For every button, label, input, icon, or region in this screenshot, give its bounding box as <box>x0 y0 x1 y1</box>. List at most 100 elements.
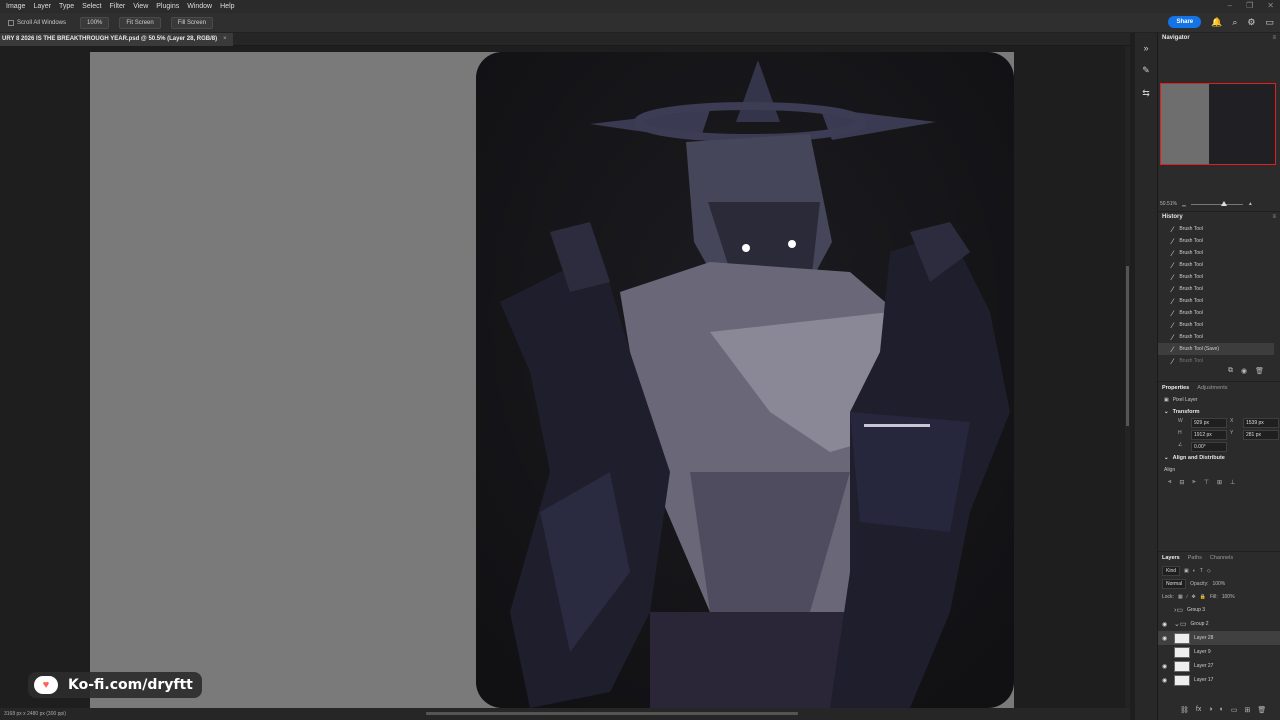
zoom-slider[interactable] <box>1190 200 1243 206</box>
menu-select[interactable]: Select <box>82 3 101 10</box>
tab-layers[interactable]: Layers <box>1162 555 1180 561</box>
trash-icon[interactable]: 🗑 <box>1257 706 1266 714</box>
adjustment-icon[interactable]: ◐ <box>1220 706 1224 714</box>
new-group-icon[interactable]: ▭ <box>1231 706 1238 714</box>
snapshot-camera-icon[interactable]: ◉ <box>1241 367 1247 375</box>
lock-all-icon[interactable]: 🔒 <box>1200 594 1206 600</box>
mask-icon[interactable]: ◑ <box>1208 706 1212 714</box>
history-item[interactable]: ∕ Brush Tool <box>1158 307 1274 319</box>
zoom-in-icon[interactable]: ▲ <box>1248 201 1253 207</box>
lock-position-icon[interactable]: ✥ <box>1192 594 1196 600</box>
zoom-100-button[interactable]: 100% <box>80 16 110 29</box>
x-field[interactable]: 1539 px <box>1243 418 1279 428</box>
panel-menu-icon[interactable]: ≡ <box>1272 35 1276 41</box>
align-left-icon[interactable]: ⫷ <box>1168 479 1171 486</box>
fit-screen-button[interactable]: Fit Screen <box>119 16 161 29</box>
filter-adjust-icon[interactable]: ◐ <box>1193 568 1196 574</box>
filter-type-icon[interactable]: T <box>1200 568 1203 574</box>
history-item[interactable]: ∕ Brush Tool <box>1158 319 1274 331</box>
delete-trash-icon[interactable]: 🗑 <box>1255 367 1264 375</box>
minimize-icon[interactable]: – <box>1228 1 1232 10</box>
fx-icon[interactable]: fx <box>1196 706 1201 714</box>
history-item[interactable]: ∕ Brush Tool <box>1158 295 1274 307</box>
vertical-scrollbar[interactable] <box>1125 46 1130 708</box>
search-icon[interactable]: ⌕ <box>1232 17 1237 28</box>
blend-mode-select[interactable]: Normal <box>1162 578 1187 589</box>
history-item[interactable]: ∕ Brush Tool <box>1158 235 1274 247</box>
layer-row[interactable]: ›▭ Group 3 <box>1158 603 1280 617</box>
filter-pixel-icon[interactable]: ▣ <box>1184 568 1189 574</box>
navigator-zoom-value[interactable]: 50.51% <box>1160 201 1177 207</box>
menu-type[interactable]: Type <box>59 3 74 10</box>
tab-paths[interactable]: Paths <box>1188 555 1202 561</box>
transform-header[interactable]: ⌄ Transform <box>1158 406 1280 418</box>
eye-icon[interactable]: ◉ <box>1162 621 1170 628</box>
fill-screen-button[interactable]: Fill Screen <box>170 16 214 29</box>
menu-plugins[interactable]: Plugins <box>156 3 179 10</box>
lock-pixels-icon[interactable]: ∕ <box>1187 594 1188 600</box>
width-field[interactable]: 929 px <box>1191 418 1227 428</box>
history-item[interactable]: ∕ Brush Tool <box>1158 247 1274 259</box>
history-item[interactable]: ∕ Brush Tool <box>1158 283 1274 295</box>
filter-shape-icon[interactable]: ◇ <box>1207 568 1211 574</box>
align-right-icon[interactable]: ⫸ <box>1192 479 1195 486</box>
angle-field[interactable]: 0.00° <box>1191 442 1227 452</box>
history-item[interactable]: ∕ Brush Tool <box>1158 331 1274 343</box>
history-item[interactable]: ∕ Brush Tool <box>1158 271 1274 283</box>
gear-icon[interactable]: ⚙ <box>1247 17 1255 28</box>
share-button[interactable]: Share <box>1168 16 1202 28</box>
new-document-from-state-icon[interactable]: ⧉ <box>1228 367 1233 375</box>
workspace-icon[interactable]: ▭ <box>1265 17 1274 28</box>
history-item[interactable]: ∕ Brush Tool <box>1158 259 1274 271</box>
history-item-undone[interactable]: ∕ Brush Tool <box>1158 355 1274 367</box>
height-field[interactable]: 1912 px <box>1191 430 1227 440</box>
vertical-scroll-thumb[interactable] <box>1126 266 1129 426</box>
canvas-workspace[interactable]: ♥ Ko-fi.com/dryftt <box>0 46 1130 708</box>
document-tab[interactable]: URY 8 2026 IS THE BREAKTHROUGH YEAR.psd … <box>0 33 233 46</box>
menu-image[interactable]: Image <box>6 3 25 10</box>
history-item[interactable]: ∕ Brush Tool <box>1158 223 1274 235</box>
history-menu-icon[interactable]: ≡ <box>1272 214 1276 220</box>
scroll-all-windows-checkbox[interactable]: Scroll All Windows <box>8 19 66 26</box>
layer-row-selected[interactable]: ◉ Layer 28 <box>1158 631 1280 645</box>
opacity-value[interactable]: 100% <box>1212 581 1225 587</box>
eye-icon[interactable]: ◉ <box>1162 677 1170 684</box>
collapse-panels-icon[interactable]: » <box>1143 43 1148 53</box>
menu-layer[interactable]: Layer <box>33 3 51 10</box>
history-item-current[interactable]: ∕ Brush Tool (Save) <box>1158 343 1274 355</box>
close-tab-icon[interactable]: × <box>223 36 227 46</box>
align-middle-icon[interactable]: ⊞ <box>1217 479 1222 486</box>
artboard[interactable] <box>90 52 1014 708</box>
menu-window[interactable]: Window <box>187 3 212 10</box>
restore-icon[interactable]: ❐ <box>1246 1 1253 10</box>
layer-filter-select[interactable]: Kind <box>1162 565 1181 576</box>
zoom-out-icon[interactable]: ▁ <box>1182 201 1186 207</box>
align-header[interactable]: ⌄ Align and Distribute <box>1158 452 1280 464</box>
tab-channels[interactable]: Channels <box>1210 555 1233 561</box>
zoom-slider-knob[interactable] <box>1220 200 1227 206</box>
layer-row[interactable]: ◉ Layer 17 <box>1158 673 1280 687</box>
navigator-tool-icon[interactable]: ✎ <box>1142 65 1150 76</box>
menu-help[interactable]: Help <box>220 3 234 10</box>
align-top-icon[interactable]: ⊤ <box>1204 479 1209 486</box>
align-center-icon[interactable]: ⊟ <box>1179 479 1184 486</box>
y-field[interactable]: 281 px <box>1243 430 1279 440</box>
link-icon[interactable]: ⛓ <box>1180 706 1189 714</box>
bell-icon[interactable]: 🔔 <box>1211 17 1222 28</box>
layer-row[interactable]: ◉ Layer 27 <box>1158 659 1280 673</box>
eye-icon[interactable]: ◉ <box>1162 663 1170 670</box>
adjust-tool-icon[interactable]: ⇆ <box>1142 88 1150 99</box>
eye-icon[interactable]: ◉ <box>1162 635 1170 642</box>
layer-row[interactable]: ◉ ⌄▭ Group 2 <box>1158 617 1280 631</box>
new-layer-icon[interactable]: ⊞ <box>1244 706 1250 714</box>
lock-transparency-icon[interactable]: ▦ <box>1178 594 1183 600</box>
tab-properties[interactable]: Properties <box>1162 385 1189 391</box>
close-icon[interactable]: ✕ <box>1267 1 1274 10</box>
align-bottom-icon[interactable]: ⊥ <box>1230 479 1235 486</box>
menu-filter[interactable]: Filter <box>110 3 126 10</box>
layer-row[interactable]: Layer 9 <box>1158 645 1280 659</box>
tab-adjustments[interactable]: Adjustments <box>1197 385 1227 391</box>
menu-view[interactable]: View <box>133 3 148 10</box>
navigator-thumbnail[interactable] <box>1160 83 1276 165</box>
horizontal-scroll-thumb[interactable] <box>426 712 798 715</box>
